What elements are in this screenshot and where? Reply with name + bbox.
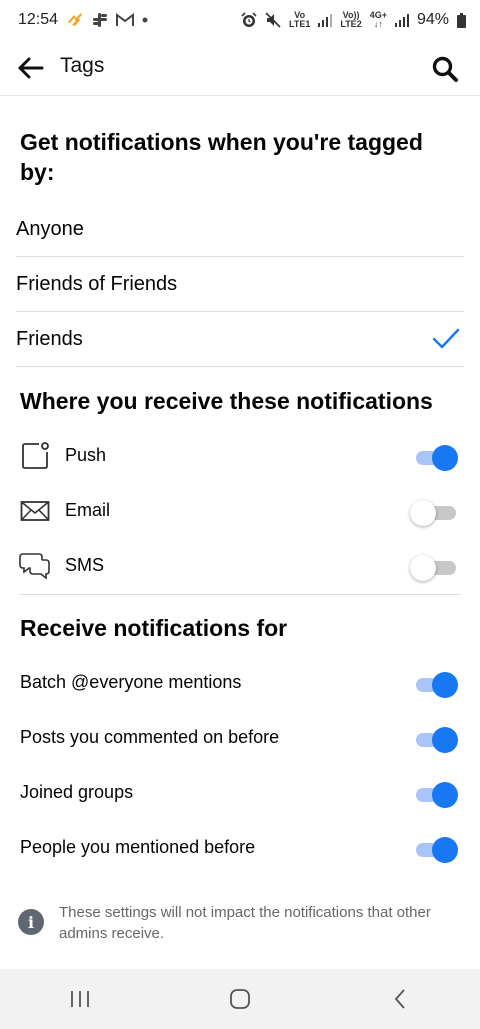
divider bbox=[20, 594, 460, 595]
signal-1-icon bbox=[318, 13, 333, 27]
system-nav-bar bbox=[0, 969, 480, 1029]
status-time: 12:54 bbox=[18, 11, 59, 28]
posts-commented-toggle[interactable] bbox=[414, 724, 462, 753]
receive-for-title: Receive notifications for bbox=[20, 615, 288, 641]
channel-label: SMS bbox=[65, 555, 105, 575]
channel-label: Email bbox=[65, 500, 111, 520]
setting-row-people-mentioned: People you mentioned before bbox=[20, 820, 462, 875]
setting-label: People you mentioned before bbox=[20, 837, 256, 857]
channel-row-email: Email bbox=[18, 483, 462, 538]
people-mentioned-toggle[interactable] bbox=[414, 834, 462, 863]
status-bar: 12:54 Vo LTE1 Vo)) LTE2 4G+ ↓↑ 94% bbox=[0, 0, 480, 40]
envelope-icon bbox=[18, 494, 52, 528]
setting-row-batch-everyone: Batch @everyone mentions bbox=[20, 655, 462, 710]
alarm-icon bbox=[241, 12, 257, 28]
channel-row-sms: SMS bbox=[18, 538, 462, 593]
info-icon: i bbox=[18, 909, 44, 935]
batch-everyone-toggle[interactable] bbox=[414, 669, 462, 698]
option-friends[interactable]: Friends bbox=[16, 312, 464, 367]
sms-toggle[interactable] bbox=[410, 552, 462, 581]
network-3-label: 4G+ ↓↑ bbox=[369, 10, 387, 29]
recent-apps-button[interactable] bbox=[50, 979, 110, 1019]
email-toggle[interactable] bbox=[410, 497, 462, 526]
channel-row-push: Push bbox=[18, 428, 462, 483]
option-label: Anyone bbox=[16, 218, 84, 240]
battery-percentage: 94% bbox=[416, 11, 449, 28]
chevron-left-icon bbox=[394, 989, 405, 1009]
footer-note: i These settings will not impact the not… bbox=[18, 902, 458, 944]
back-nav-button[interactable] bbox=[370, 979, 430, 1019]
push-toggle[interactable] bbox=[414, 442, 462, 471]
search-button[interactable] bbox=[428, 52, 462, 86]
channels-title: Where you receive these notifications bbox=[20, 388, 433, 414]
option-label: Friends of Friends bbox=[16, 273, 178, 295]
channel-label: Push bbox=[65, 445, 107, 465]
home-button[interactable] bbox=[210, 979, 270, 1019]
option-anyone[interactable]: Anyone bbox=[16, 202, 464, 257]
setting-label: Batch @everyone mentions bbox=[20, 672, 242, 692]
arrow-left-icon bbox=[18, 57, 44, 79]
app-bar: Tags bbox=[0, 40, 480, 96]
slack-icon bbox=[92, 12, 108, 28]
setting-label: Posts you commented on before bbox=[20, 727, 280, 747]
checkmark-icon bbox=[432, 328, 460, 356]
push-notification-icon bbox=[18, 439, 52, 473]
network-1-label: Vo LTE1 bbox=[289, 10, 311, 29]
status-right: Vo LTE1 Vo)) LTE2 4G+ ↓↑ 94% bbox=[241, 11, 466, 29]
status-left: 12:54 bbox=[18, 11, 148, 29]
more-notifications-dot-icon bbox=[142, 17, 148, 23]
signal-2-icon bbox=[394, 13, 409, 27]
setting-row-joined-groups: Joined groups bbox=[20, 765, 462, 820]
setting-row-posts-commented: Posts you commented on before bbox=[20, 710, 462, 765]
network-2-label: Vo)) LTE2 bbox=[340, 10, 362, 29]
divider bbox=[16, 366, 464, 367]
option-friends-of-friends[interactable]: Friends of Friends bbox=[16, 257, 464, 312]
recent-apps-icon bbox=[71, 991, 89, 1007]
battery-icon bbox=[457, 12, 466, 28]
tagged-by-title: Get notifications when you're tagged by: bbox=[20, 129, 423, 185]
page-title: Tags bbox=[60, 54, 105, 77]
footer-note-text: These settings will not impact the notif… bbox=[59, 904, 431, 942]
option-label: Friends bbox=[16, 328, 83, 350]
app-notification-icon bbox=[66, 12, 84, 28]
joined-groups-toggle[interactable] bbox=[414, 779, 462, 808]
home-icon bbox=[230, 989, 250, 1009]
gmail-icon bbox=[116, 13, 135, 27]
chat-bubbles-icon bbox=[18, 549, 52, 583]
back-button[interactable] bbox=[14, 52, 46, 84]
setting-label: Joined groups bbox=[20, 782, 134, 802]
search-icon bbox=[432, 56, 458, 82]
mute-icon bbox=[265, 12, 281, 28]
